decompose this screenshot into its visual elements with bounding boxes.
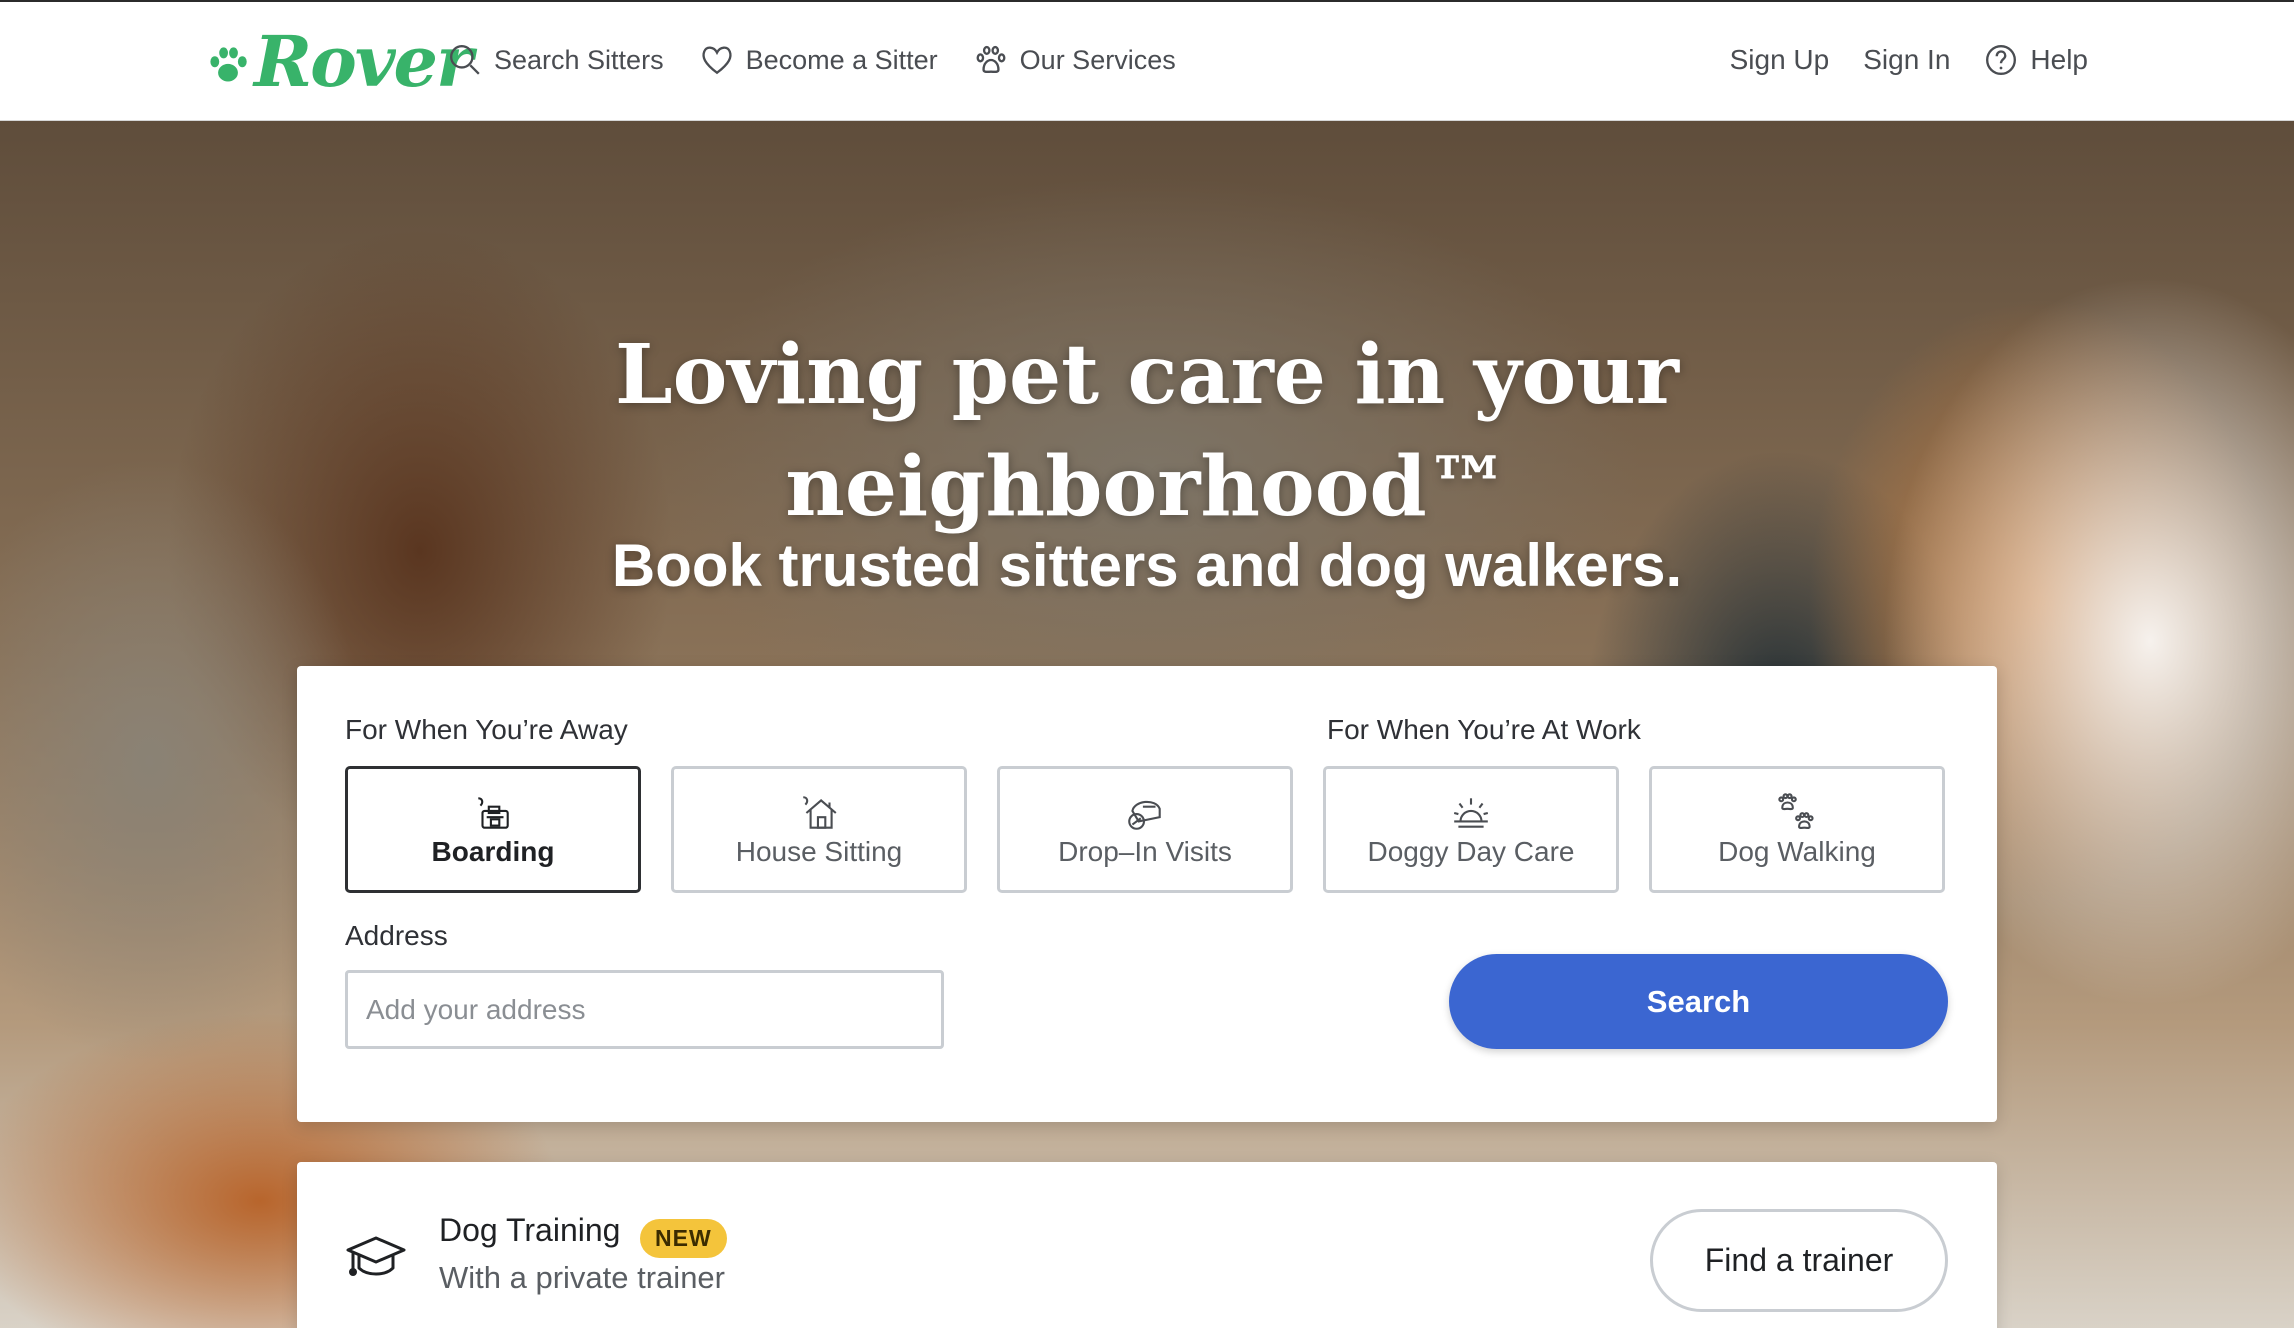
sun-icon xyxy=(1453,797,1489,828)
account-nav: Sign Up Sign In Help xyxy=(1730,32,2088,88)
nav-become-sitter[interactable]: Become a Sitter xyxy=(700,43,938,77)
service-label: Boarding xyxy=(431,835,555,867)
nav-our-services[interactable]: Our Services xyxy=(974,43,1176,77)
service-label: Doggy Day Care xyxy=(1367,835,1575,867)
nav-search-sitters[interactable]: Search Sitters xyxy=(448,43,664,77)
hero-subtitle: Book trusted sitters and dog walkers. xyxy=(611,532,1683,599)
nav-label: Sign In xyxy=(1863,44,1951,75)
nav-label: Sign Up xyxy=(1729,44,1830,75)
service-dog-walking[interactable]: Dog Walking xyxy=(1649,766,1945,893)
dog-training-card: Dog Training NEW With a private trainer … xyxy=(297,1162,1997,1328)
new-badge: NEW xyxy=(640,1219,727,1258)
help-icon xyxy=(1986,45,2017,75)
service-doggy-day-care[interactable]: Doggy Day Care xyxy=(1323,766,1619,893)
service-label: House Sitting xyxy=(735,835,903,867)
rover-logo[interactable]: Rover xyxy=(206,20,473,103)
primary-nav: Search Sitters Become a Sitter Our Servi… xyxy=(448,32,1176,88)
nav-help[interactable]: Help xyxy=(1984,43,2088,77)
training-title: Dog Training xyxy=(439,1212,621,1248)
nav-sign-in[interactable]: Sign In xyxy=(1863,44,1950,76)
house-icon xyxy=(803,795,837,829)
hero-title-line2: neighborhood™ xyxy=(785,439,1509,535)
bowl-icon xyxy=(1128,800,1161,830)
paw-icon xyxy=(976,45,1006,74)
nav-label: Search Sitters xyxy=(494,44,664,75)
top-nav-bar: Rover Search Sitters Become a Sitter Our… xyxy=(0,0,2294,121)
service-drop-in-visits[interactable]: Drop–In Visits xyxy=(997,766,1293,893)
training-subtitle: With a private trainer xyxy=(439,1260,725,1295)
service-label: Dog Walking xyxy=(1718,835,1876,867)
hero-title-line1: Loving pet care in your xyxy=(614,327,1680,423)
graduation-cap-icon xyxy=(346,1236,406,1276)
nav-sign-up[interactable]: Sign Up xyxy=(1730,44,1830,76)
address-label: Address xyxy=(345,920,448,951)
service-house-sitting[interactable]: House Sitting xyxy=(671,766,967,893)
search-button[interactable]: Search xyxy=(1449,954,1948,1049)
logo-wordmark: Rover xyxy=(254,20,473,103)
paws-icon xyxy=(1778,792,1814,829)
service-boarding[interactable]: Boarding xyxy=(345,766,641,893)
nav-label: Help xyxy=(2030,44,2088,75)
hero-title: Loving pet care in your neighborhood™ xyxy=(0,319,2294,543)
nav-label: Become a Sitter xyxy=(745,44,938,75)
find-trainer-button[interactable]: Find a trainer xyxy=(1650,1209,1948,1312)
paw-logo-icon xyxy=(210,47,247,82)
away-group-label: For When You’re Away xyxy=(345,714,628,745)
nav-label: Our Services xyxy=(1019,44,1176,75)
address-input[interactable] xyxy=(345,970,944,1049)
search-icon xyxy=(450,45,480,75)
service-label: Drop–In Visits xyxy=(1058,835,1232,867)
boarding-icon xyxy=(478,796,509,829)
heart-icon xyxy=(701,46,732,75)
work-group-label: For When You’re At Work xyxy=(1327,714,1641,745)
search-card: For When You’re Away For When You’re At … xyxy=(297,666,1997,1122)
